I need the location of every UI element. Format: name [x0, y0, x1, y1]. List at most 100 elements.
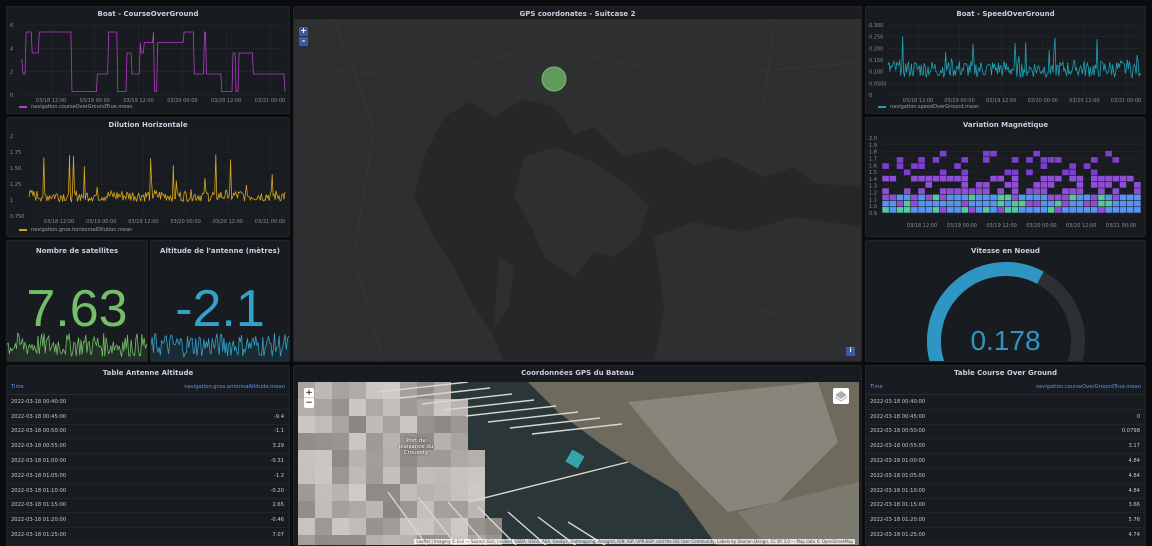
heatmap-cell: [1069, 163, 1076, 169]
cell-value: 4.84: [1128, 458, 1140, 465]
info-button[interactable]: i: [846, 347, 855, 356]
heatmap-cell: [990, 175, 997, 182]
panel-title[interactable]: Table Antenne Altitude: [7, 369, 289, 377]
panel-title[interactable]: Table Course Over Ground: [866, 369, 1145, 377]
heatmap-cell: [975, 188, 983, 194]
heatmap-cell: [896, 200, 904, 207]
x-tick-label: 03/20 12:00: [213, 219, 243, 225]
heatmap-cell: [1054, 157, 1062, 163]
heatmap-cell: [983, 157, 990, 163]
series-line: [28, 154, 286, 204]
heatmap-cell: [889, 194, 897, 201]
chart-legend[interactable]: navigation.speedOverGround.mean: [878, 104, 979, 110]
column-header-time[interactable]: Time: [870, 384, 883, 390]
heatmap-cell: [1126, 175, 1134, 182]
panel-satellites: Nombre de satellites 7.63: [6, 240, 148, 362]
heatmap-cell: [997, 200, 1005, 207]
heatmap-cell: [896, 194, 904, 201]
heatmap-cell: [1069, 207, 1076, 213]
heatmap-cell: [1040, 200, 1048, 207]
heatmap-cell: [925, 194, 933, 201]
heatmap-cell: [1134, 188, 1141, 194]
cell-time: 2022-03-18 01:05:00: [870, 472, 926, 479]
heatmap-cell: [1033, 182, 1040, 188]
table-row: 2022-03-18 01:05:00 4.84: [866, 469, 1145, 484]
panel-title[interactable]: Boat - SpeedOverGround: [866, 10, 1145, 18]
heatmap-cell: [983, 200, 990, 207]
data-table: Time navigation.courseOverGroundTrue.mea…: [866, 380, 1145, 545]
cell-value: -1.2: [273, 472, 284, 479]
heatmap-cell: [1098, 207, 1105, 213]
x-tick-label: 03/19 00:00: [86, 219, 116, 225]
heatmap-cell: [1004, 169, 1012, 176]
heatmap-cell: [1047, 207, 1055, 213]
panel-title[interactable]: Dilution Horizontale: [7, 121, 289, 129]
column-header-time[interactable]: Time: [11, 384, 24, 390]
table-row: 2022-03-18 01:20:00 -0.46: [7, 513, 289, 529]
x-tick-label: 03/20 00:00: [167, 98, 197, 104]
zoom-in-button[interactable]: +: [304, 388, 314, 398]
x-tick-label: 03/21 00:00: [255, 98, 285, 104]
column-header-value[interactable]: navigation.courseOverGroundTrue.mean: [1036, 384, 1141, 390]
x-tick-label: 03/20 00:00: [1026, 223, 1056, 229]
y-tick-label: 1.50: [10, 166, 21, 172]
heatmap-cell: [1004, 200, 1012, 207]
column-header-value[interactable]: navigation.gnss.antennaAltitude.mean: [184, 384, 285, 390]
panel-title[interactable]: GPS coordonates - Suitcase 2: [294, 10, 861, 18]
heatmap-cell: [1076, 207, 1084, 213]
heatmap-cell: [947, 188, 954, 194]
heatmap-cell: [1054, 200, 1062, 207]
cell-value: -9.4: [273, 413, 284, 420]
dark-basemap[interactable]: [294, 7, 862, 362]
panel-title[interactable]: Variation Magnétique: [866, 121, 1145, 129]
heatmap-cell: [1018, 194, 1026, 201]
table-header: Time navigation.courseOverGroundTrue.mea…: [866, 380, 1145, 395]
heatmap-cell: [918, 200, 925, 207]
panel-table-course: Table Course Over Ground Time navigation…: [865, 365, 1146, 546]
heatmap-cell: [903, 188, 911, 194]
heatmap-cell: [1047, 175, 1055, 182]
table-row: 2022-03-18 00:45:00 0: [866, 410, 1145, 425]
y-tick-label: 4: [10, 46, 13, 52]
heatmap-cell: [882, 175, 889, 182]
heatmap-cell: [889, 175, 897, 182]
heatmap-cell: [896, 157, 904, 163]
heatmap-cell: [1076, 182, 1084, 188]
heatmap-cell: [1090, 175, 1098, 182]
layers-icon: [834, 391, 848, 402]
layers-button[interactable]: [833, 388, 849, 404]
heatmap-cell: [889, 207, 897, 213]
heatmap-cell: [911, 200, 918, 207]
table-row: 2022-03-18 01:10:00 -0.20: [7, 484, 289, 499]
cell-time: 2022-03-18 01:00:00: [11, 458, 67, 465]
chart-legend[interactable]: navigation.courseOverGroundTrue.mean: [19, 104, 133, 110]
y-tick-label: 0.100: [869, 70, 883, 76]
heatmap-cell: [961, 169, 969, 176]
satellite-imagery[interactable]: [298, 382, 859, 546]
map-attribution[interactable]: Leaflet | Imagery © Esri — Source: Esri,…: [414, 539, 855, 544]
zoom-out-button[interactable]: −: [304, 398, 314, 408]
heatmap-cell: [1011, 200, 1019, 207]
heatmap-cell: [1033, 150, 1040, 157]
heatmap-cell: [1134, 200, 1141, 207]
table-row: 2022-03-18 00:50:00 -1.1: [7, 425, 289, 440]
zoom-out-button[interactable]: -: [299, 37, 308, 46]
heatmap-cell: [1090, 182, 1098, 188]
zoom-in-button[interactable]: +: [299, 27, 308, 36]
cell-value: 5.76: [1128, 517, 1140, 524]
panel-title[interactable]: Boat - CourseOverGround: [7, 10, 289, 18]
y-tick-label: 0.0500: [869, 81, 887, 87]
panel-title[interactable]: Coordonnées GPS du Bateau: [294, 369, 861, 377]
heatmap-cell: [932, 200, 940, 207]
heatmap-cell: [968, 194, 976, 201]
heatmap-cell: [1062, 194, 1069, 201]
heatmap-cell: [1004, 194, 1012, 201]
heatmap-cell: [932, 157, 940, 163]
heatmap-cell: [961, 188, 969, 194]
heatmap-cell: [939, 200, 947, 207]
heatmap-cell: [889, 200, 897, 207]
chart-legend[interactable]: navigation.gnss.horizontalDilution.mean: [19, 227, 132, 233]
y-tick-label: 1: [10, 198, 13, 204]
heatmap-cell: [961, 194, 969, 201]
heatmap-cell: [1112, 194, 1120, 201]
